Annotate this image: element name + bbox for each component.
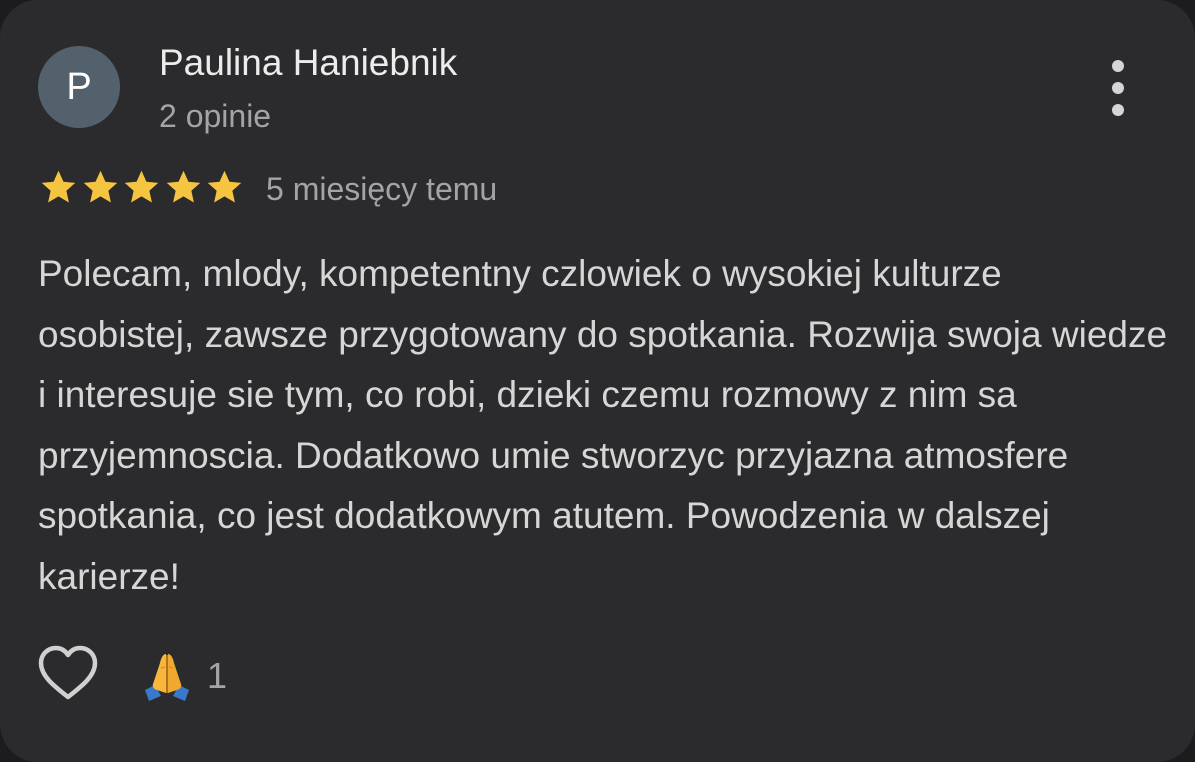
author-name[interactable]: Paulina Haniebnik: [159, 40, 457, 86]
author-review-count: 2 opinie: [159, 98, 272, 134]
more-options-button[interactable]: [1094, 56, 1142, 120]
star-icon: [41, 170, 76, 203]
star-icon: [124, 170, 159, 203]
reaction-count: 1: [207, 655, 228, 696]
folded-hands-emoji-icon: [145, 654, 189, 701]
review-card: P Paulina Haniebnik 2 opinie 5 miesięcy …: [0, 0, 1195, 762]
review-date: 5 miesięcy temu: [266, 171, 498, 207]
star-rating: [38, 166, 246, 208]
author-avatar[interactable]: P: [38, 46, 120, 128]
reaction-badge[interactable]: 1: [139, 648, 227, 704]
star-icon: [83, 170, 117, 203]
more-vertical-icon-dot: [1112, 82, 1124, 94]
star-icon: [207, 170, 242, 203]
review-text: Polecam, mlody, kompetentny czlowiek o w…: [38, 253, 1168, 597]
more-vertical-icon-dot: [1112, 104, 1124, 116]
avatar-initial: P: [66, 65, 92, 108]
like-button[interactable]: [36, 644, 100, 704]
star-icon: [166, 170, 200, 203]
more-vertical-icon: [1112, 60, 1124, 72]
heart-outline-icon: [38, 645, 98, 700]
